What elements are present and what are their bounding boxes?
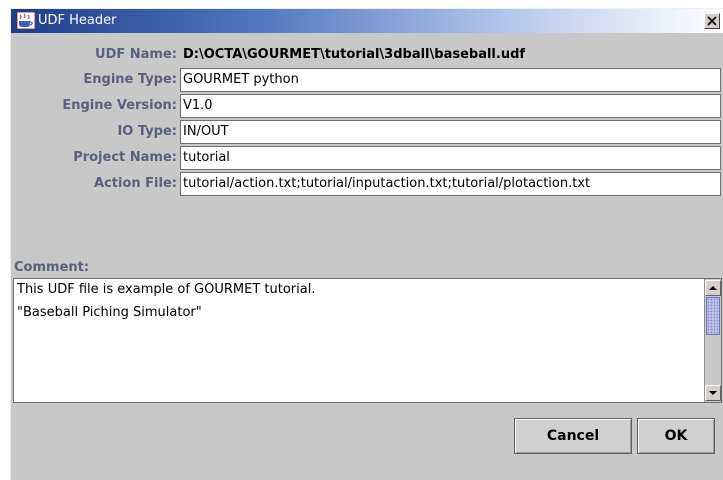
comment-textarea[interactable]: This UDF file is example of GOURMET tuto… xyxy=(13,278,722,403)
udf-header-dialog: UDF Header UDF Name: D:\OCTA\GOURMET\tut… xyxy=(10,8,723,480)
cancel-button[interactable]: Cancel xyxy=(514,418,632,454)
comment-line-1: This UDF file is example of GOURMET tuto… xyxy=(17,282,316,297)
engine-version-field[interactable]: V1.0 xyxy=(180,94,721,118)
comment-scrollbar[interactable] xyxy=(704,279,721,402)
engine-type-label: Engine Type: xyxy=(83,72,177,87)
project-name-field[interactable]: tutorial xyxy=(180,146,721,170)
java-coffee-cup-icon xyxy=(17,12,35,29)
udf-name-label: UDF Name: xyxy=(95,47,177,62)
close-icon xyxy=(707,16,717,26)
io-type-field[interactable]: IN/OUT xyxy=(180,120,721,144)
close-button[interactable] xyxy=(704,13,720,29)
project-name-label: Project Name: xyxy=(73,150,177,165)
comment-line-2: "Baseball Piching Simulator" xyxy=(17,305,202,320)
udf-name-value: D:\OCTA\GOURMET\tutorial\3dball\baseball… xyxy=(180,43,721,67)
engine-type-field[interactable]: GOURMET python xyxy=(180,68,721,92)
scroll-down-button[interactable] xyxy=(705,385,721,401)
scroll-up-button[interactable] xyxy=(705,280,721,296)
action-file-field[interactable]: tutorial/action.txt;tutorial/inputaction… xyxy=(180,172,721,196)
arrow-up-icon xyxy=(709,286,717,290)
engine-version-label: Engine Version: xyxy=(62,98,177,113)
scroll-thumb[interactable] xyxy=(706,297,720,335)
title-bar[interactable]: UDF Header xyxy=(11,9,723,33)
io-type-label: IO Type: xyxy=(117,124,177,139)
arrow-down-icon xyxy=(709,391,717,395)
action-file-label: Action File: xyxy=(94,176,177,191)
window-title: UDF Header xyxy=(38,13,117,28)
ok-button[interactable]: OK xyxy=(637,418,715,454)
comment-label: Comment: xyxy=(14,260,90,275)
